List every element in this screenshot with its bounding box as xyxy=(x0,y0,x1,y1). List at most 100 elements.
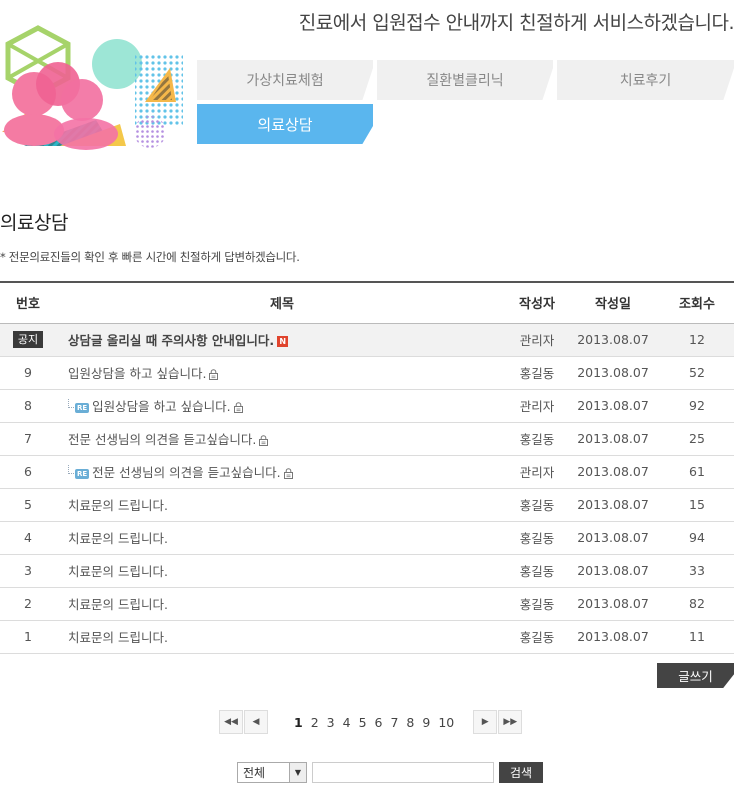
row-number: 4 xyxy=(24,530,32,545)
chevron-right-icon[interactable]: ▶ xyxy=(473,710,498,734)
row-writer: 홍길동 xyxy=(519,564,555,579)
menu-tab-disease-clinic[interactable]: 질환별클리닉 xyxy=(377,60,553,100)
search-scope-select[interactable]: 전체 ▼ xyxy=(237,762,307,783)
menu-tab-treatment-reviews[interactable]: 치료후기 xyxy=(557,60,734,100)
page-link-7[interactable]: 7 xyxy=(390,715,398,730)
notice-hits: 12 xyxy=(689,332,705,347)
reply-badge-icon: RE xyxy=(75,469,90,479)
row-hits: 61 xyxy=(689,464,705,479)
row-hits: 94 xyxy=(689,530,705,545)
page-title: 의료상담 xyxy=(0,212,68,234)
page-link-8[interactable]: 8 xyxy=(406,715,414,730)
table-row[interactable]: 4 치료문의 드립니다. 홍길동 2013.08.07 94 xyxy=(0,521,734,554)
table-row[interactable]: 8 RE 입원상담을 하고 싶습니다. 관리자 2013.08.07 92 xyxy=(0,389,734,422)
row-number: 2 xyxy=(24,596,32,611)
chevron-down-icon[interactable]: ▼ xyxy=(289,763,306,782)
row-subject-link[interactable]: 입원상담을 하고 싶습니다. xyxy=(68,366,206,381)
lock-icon xyxy=(233,402,243,413)
page-link-2[interactable]: 2 xyxy=(311,715,319,730)
notice-badge: 공지 xyxy=(12,331,44,348)
header-writer: 작성자 xyxy=(508,281,566,324)
reply-badge-icon: RE xyxy=(75,403,90,413)
page-link-3[interactable]: 3 xyxy=(327,715,335,730)
table-row[interactable]: 9 입원상담을 하고 싶습니다. 홍길동 2013.08.07 52 xyxy=(0,356,734,389)
table-row[interactable]: 1 치료문의 드립니다. 홍길동 2013.08.07 11 xyxy=(0,620,734,653)
lock-icon xyxy=(283,468,293,479)
page-link-9[interactable]: 9 xyxy=(422,715,430,730)
reply-line xyxy=(68,465,74,474)
notice-row[interactable]: 공지 상담글 올리실 때 주의사항 안내입니다. N 관리자 2013.08.07… xyxy=(0,323,734,356)
header-date: 작성일 xyxy=(566,281,660,324)
table-row[interactable]: 7 전문 선생님의 의견을 듣고싶습니다. 홍길동 2013.08.07 25 xyxy=(0,422,734,455)
row-writer: 홍길동 xyxy=(519,531,555,546)
lock-icon xyxy=(209,369,219,380)
double-chevron-left-icon[interactable]: ◀◀ xyxy=(219,710,243,734)
row-writer: 관리자 xyxy=(519,465,555,480)
row-number: 9 xyxy=(24,365,32,380)
table-row[interactable]: 3 치료문의 드립니다. 홍길동 2013.08.07 33 xyxy=(0,554,734,587)
row-subject-link[interactable]: 전문 선생님의 의견을 듣고싶습니다. xyxy=(92,465,280,480)
row-number: 5 xyxy=(24,497,32,512)
row-writer: 홍길동 xyxy=(519,432,555,447)
page-numbers: 1 2 3 4 5 6 7 8 9 10 xyxy=(290,715,458,730)
row-writer: 홍길동 xyxy=(519,597,555,612)
page-link-1[interactable]: 1 xyxy=(294,715,303,730)
row-subject-link[interactable]: 치료문의 드립니다. xyxy=(68,630,168,645)
row-subject-link[interactable]: 치료문의 드립니다. xyxy=(68,531,168,546)
table-row[interactable]: 2 치료문의 드립니다. 홍길동 2013.08.07 82 xyxy=(0,587,734,620)
page-link-4[interactable]: 4 xyxy=(343,715,351,730)
row-date: 2013.08.07 xyxy=(577,596,649,611)
lock-icon xyxy=(259,435,269,446)
row-subject-link[interactable]: 입원상담을 하고 싶습니다. xyxy=(92,399,230,414)
page-link-5[interactable]: 5 xyxy=(359,715,367,730)
menu-tab-virtual-treatment[interactable]: 가상치료체험 xyxy=(197,60,373,100)
write-button[interactable]: 글쓰기 xyxy=(657,663,734,688)
row-number: 3 xyxy=(24,563,32,578)
header-hits: 조회수 xyxy=(660,281,734,324)
row-number: 8 xyxy=(24,398,32,413)
row-hits: 52 xyxy=(689,365,705,380)
search-scope-value: 전체 xyxy=(243,766,266,780)
search-bar: 전체 ▼ 검색 xyxy=(237,762,543,783)
row-hits: 33 xyxy=(689,563,705,578)
reply-line xyxy=(68,399,74,408)
menu-tab-medical-consultation[interactable]: 의료상담 xyxy=(197,104,373,144)
row-number: 6 xyxy=(24,464,32,479)
row-date: 2013.08.07 xyxy=(577,464,649,479)
row-subject-link[interactable]: 치료문의 드립니다. xyxy=(68,597,168,612)
row-subject-link[interactable]: 치료문의 드립니다. xyxy=(68,564,168,579)
row-writer: 관리자 xyxy=(519,399,555,414)
row-hits: 15 xyxy=(689,497,705,512)
row-date: 2013.08.07 xyxy=(577,563,649,578)
chevron-left-icon[interactable]: ◀ xyxy=(244,710,268,734)
row-date: 2013.08.07 xyxy=(577,629,649,644)
table-row[interactable]: 5 치료문의 드립니다. 홍길동 2013.08.07 15 xyxy=(0,488,734,521)
row-number: 1 xyxy=(24,629,32,644)
notice-date: 2013.08.07 xyxy=(577,332,649,347)
header-subject: 제목 xyxy=(56,281,508,324)
page-description: * 전문의료진들의 확인 후 빠른 시간에 친절하게 답변하겠습니다. xyxy=(0,250,300,264)
search-button[interactable]: 검색 xyxy=(499,762,543,783)
row-writer: 홍길동 xyxy=(519,498,555,513)
pagination: ◀◀ ◀ 1 2 3 4 5 6 7 8 9 10 ▶ ▶▶ xyxy=(219,710,523,734)
hero-illustration xyxy=(2,25,183,150)
page-link-6[interactable]: 6 xyxy=(375,715,383,730)
search-input[interactable] xyxy=(312,762,494,783)
row-number: 7 xyxy=(24,431,32,446)
board-table: 번호 제목 작성자 작성일 조회수 공지 상담글 올리실 때 주의사항 안내입니… xyxy=(0,281,734,654)
double-chevron-right-icon[interactable]: ▶▶ xyxy=(498,710,523,734)
row-date: 2013.08.07 xyxy=(577,398,649,413)
table-header-row: 번호 제목 작성자 작성일 조회수 xyxy=(0,281,734,324)
row-hits: 82 xyxy=(689,596,705,611)
notice-subject-link[interactable]: 상담글 올리실 때 주의사항 안내입니다. xyxy=(68,333,274,348)
row-subject-link[interactable]: 치료문의 드립니다. xyxy=(68,498,168,513)
row-hits: 11 xyxy=(689,629,705,644)
row-date: 2013.08.07 xyxy=(577,497,649,512)
row-subject-link[interactable]: 전문 선생님의 의견을 듣고싶습니다. xyxy=(68,432,256,447)
new-badge-icon: N xyxy=(277,336,289,347)
row-writer: 홍길동 xyxy=(519,630,555,645)
table-row[interactable]: 6 RE 전문 선생님의 의견을 듣고싶습니다. 관리자 2013.08.07 61 xyxy=(0,455,734,488)
row-hits: 25 xyxy=(689,431,705,446)
page-link-10[interactable]: 10 xyxy=(438,715,454,730)
header-slogan: 진료에서 입원접수 안내까지 친절하게 서비스하겠습니다. xyxy=(298,12,734,34)
